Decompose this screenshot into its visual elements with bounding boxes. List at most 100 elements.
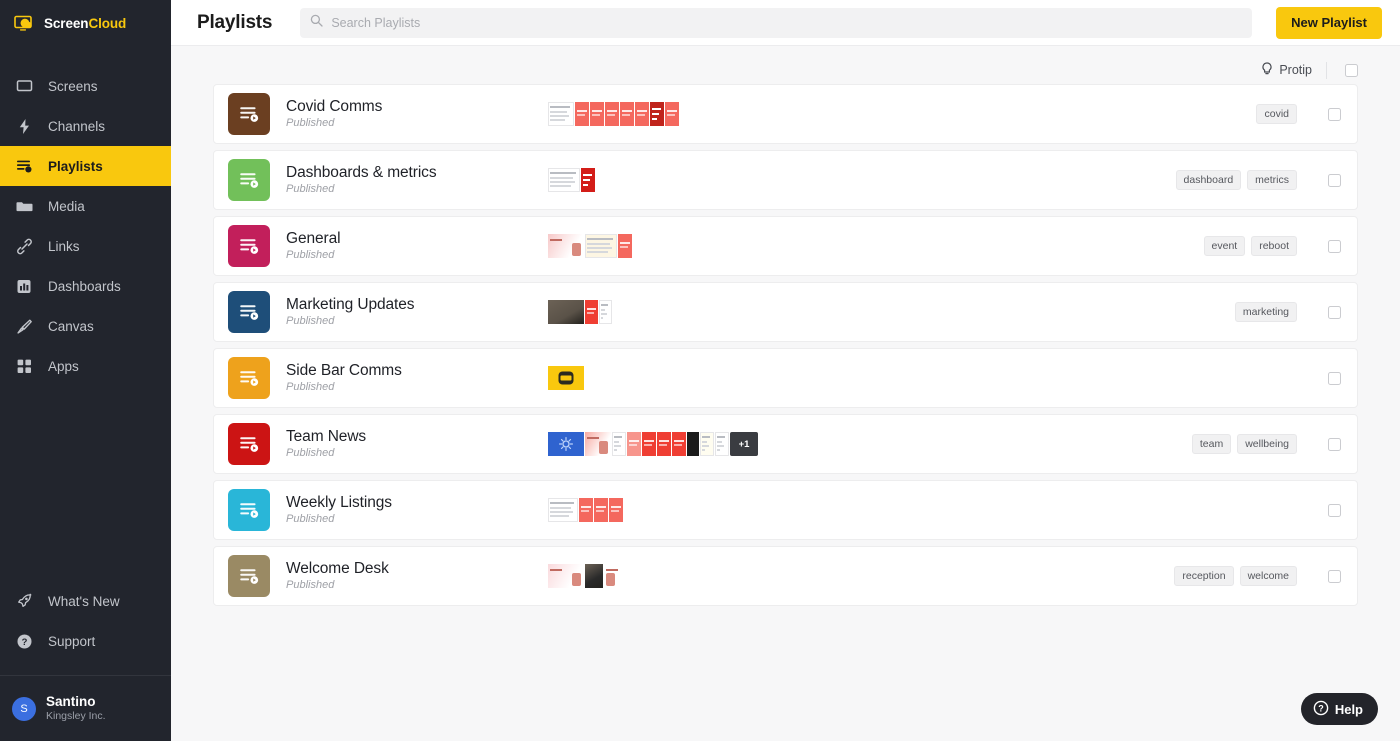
tag-chip[interactable]: reboot bbox=[1251, 236, 1297, 256]
thumbnail bbox=[585, 300, 598, 324]
search-icon bbox=[310, 14, 323, 32]
playlist-row-checkbox[interactable] bbox=[1328, 239, 1341, 253]
playlist-row-check-wrapper bbox=[1297, 239, 1341, 253]
playlist-title-block: Team News Published bbox=[286, 427, 548, 461]
playlist-tags: reception welcome bbox=[997, 566, 1297, 586]
playlist-tags: event reboot bbox=[997, 236, 1297, 256]
folder-icon bbox=[14, 196, 34, 216]
playlist-row[interactable]: Weekly Listings Published bbox=[213, 480, 1358, 540]
protip-button[interactable]: Protip bbox=[1261, 61, 1327, 79]
playlist-row-checkbox[interactable] bbox=[1328, 437, 1341, 451]
tag-chip[interactable]: team bbox=[1191, 434, 1232, 454]
tag-chip[interactable]: welcome bbox=[1239, 566, 1297, 586]
playlist-row[interactable]: Welcome Desk Published reception welcome bbox=[213, 546, 1358, 606]
tag-chip[interactable]: marketing bbox=[1234, 302, 1297, 322]
util-bar: Protip bbox=[213, 46, 1358, 82]
playlist-name: Welcome Desk bbox=[286, 560, 389, 577]
tag-chip[interactable]: dashboard bbox=[1175, 170, 1242, 190]
playlist-row-check-wrapper bbox=[1297, 173, 1341, 187]
tag-chip[interactable]: wellbeing bbox=[1237, 434, 1297, 454]
thumbnail-overflow-count: +1 bbox=[730, 432, 758, 456]
thumbnail bbox=[620, 102, 634, 126]
playlist-row-checkbox[interactable] bbox=[1328, 503, 1341, 517]
playlist-tags: team wellbeing bbox=[997, 434, 1297, 454]
tag-chip[interactable]: metrics bbox=[1247, 170, 1297, 190]
brand[interactable]: ScreenCloud bbox=[0, 0, 171, 46]
help-button[interactable]: ? Help bbox=[1300, 693, 1378, 725]
thumbnail bbox=[672, 432, 686, 456]
chart-icon bbox=[14, 276, 34, 296]
thumbnail bbox=[609, 498, 623, 522]
playlist-row[interactable]: Team News Published +1 team wellbeing bbox=[213, 414, 1358, 474]
svg-text:?: ? bbox=[21, 637, 27, 648]
question-circle-icon: ? bbox=[14, 631, 34, 651]
thumbnail bbox=[687, 432, 699, 456]
sidebar-item-apps[interactable]: Apps bbox=[0, 346, 171, 386]
thumbnail bbox=[650, 102, 664, 126]
tag-chip[interactable]: event bbox=[1203, 236, 1246, 256]
tag-chip[interactable]: reception bbox=[1174, 566, 1234, 586]
sidebar-item-whats-new[interactable]: What's New bbox=[0, 581, 171, 621]
avatar: S bbox=[12, 696, 36, 721]
playlist-row[interactable]: General Published event reboot bbox=[213, 216, 1358, 276]
playlist-status: Published bbox=[286, 249, 335, 261]
sidebar-item-playlists[interactable]: Playlists bbox=[0, 146, 171, 186]
playlist-thumbnails bbox=[548, 234, 997, 258]
thumbnail bbox=[581, 168, 595, 192]
sidebar-item-label: Channels bbox=[48, 118, 106, 134]
sidebar-item-canvas[interactable]: Canvas bbox=[0, 306, 171, 346]
playlist-icon bbox=[228, 291, 270, 333]
playlist-row[interactable]: Marketing Updates Published marketing bbox=[213, 282, 1358, 342]
new-playlist-button[interactable]: New Playlist bbox=[1276, 6, 1382, 39]
sidebar-item-label: Screens bbox=[48, 78, 98, 94]
protip-label: Protip bbox=[1279, 63, 1312, 77]
brand-name-part1: Screen bbox=[44, 15, 89, 31]
playlist-row[interactable]: Dashboards & metrics Published dashboard me… bbox=[213, 150, 1358, 210]
playlist-name: Marketing Updates bbox=[286, 296, 415, 313]
thumbnail bbox=[594, 498, 608, 522]
playlist-thumbnails bbox=[548, 300, 997, 324]
playlist-row-checkbox[interactable] bbox=[1328, 569, 1341, 583]
user-name: Santino bbox=[46, 694, 96, 709]
playlist-row-check-wrapper bbox=[1297, 305, 1341, 319]
playlist-icon bbox=[228, 93, 270, 135]
thumbnail bbox=[590, 102, 604, 126]
thumbnail bbox=[715, 432, 729, 456]
playlist-row-checkbox[interactable] bbox=[1328, 107, 1341, 121]
brand-name: ScreenCloud bbox=[44, 16, 126, 31]
thumbnail bbox=[618, 234, 632, 258]
sidebar-item-dashboards[interactable]: Dashboards bbox=[0, 266, 171, 306]
search-input[interactable] bbox=[331, 15, 1243, 30]
playlist-row-checkbox[interactable] bbox=[1328, 371, 1341, 385]
tag-chip[interactable]: covid bbox=[1256, 104, 1297, 124]
playlist-status: Published bbox=[286, 183, 335, 195]
playlist-row-checkbox[interactable] bbox=[1328, 173, 1341, 187]
monitor-icon bbox=[14, 76, 34, 96]
sidebar-item-media[interactable]: Media bbox=[0, 186, 171, 226]
playlist-icon bbox=[228, 159, 270, 201]
sidebar-item-channels[interactable]: Channels bbox=[0, 106, 171, 146]
user-account-block[interactable]: S Santino Kingsley Inc. bbox=[0, 675, 171, 741]
playlist-status: Published bbox=[286, 117, 335, 129]
sidebar-item-links[interactable]: Links bbox=[0, 226, 171, 266]
main-area: Playlists New Playlist Protip bbox=[171, 0, 1400, 741]
playlist-name: Weekly Listings bbox=[286, 494, 392, 511]
thumbnail bbox=[604, 564, 618, 588]
playlist-title-block: Welcome Desk Published bbox=[286, 559, 548, 593]
playlist-thumbnails bbox=[548, 102, 997, 126]
thumbnail bbox=[585, 432, 611, 456]
thumbnail bbox=[605, 102, 619, 126]
sidebar-item-screens[interactable]: Screens bbox=[0, 66, 171, 106]
playlist-row[interactable]: Side Bar Comms Published bbox=[213, 348, 1358, 408]
sidebar-item-support[interactable]: ? Support bbox=[0, 621, 171, 661]
playlist-row-checkbox[interactable] bbox=[1328, 305, 1341, 319]
sidebar-nav: Screens Channels Playlists Media Links D… bbox=[0, 66, 171, 386]
link-icon bbox=[14, 236, 34, 256]
playlist-title-block: General Published bbox=[286, 229, 548, 263]
playlist-row-check-wrapper bbox=[1297, 437, 1341, 451]
thumbnail bbox=[627, 432, 641, 456]
select-all-checkbox[interactable] bbox=[1345, 63, 1358, 77]
playlist-row[interactable]: Covid Comms Published covid bbox=[213, 84, 1358, 144]
search-box[interactable] bbox=[300, 7, 1253, 38]
content-area: Protip Covid Comms Published covid Dashboar… bbox=[171, 46, 1400, 741]
